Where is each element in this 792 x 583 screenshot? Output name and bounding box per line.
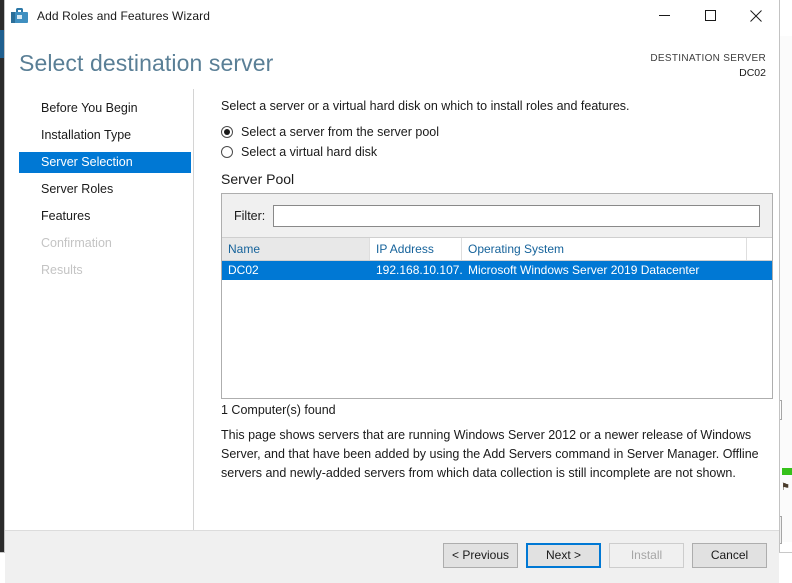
destination-server-value: DC02 [739,67,766,79]
window-controls [641,0,779,31]
wizard-step-navigation: Before You Begin Installation Type Serve… [5,89,194,530]
filter-bar: Filter: [222,194,772,238]
computers-found-text: 1 Computer(s) found [221,403,336,417]
sidebar-item-server-roles[interactable]: Server Roles [19,179,193,200]
instruction-text: Select a server or a virtual hard disk o… [221,99,630,113]
radio-select-server-from-pool[interactable]: Select a server from the server pool [221,125,439,139]
background-window-right-panel [779,36,792,542]
wizard-body: Before You Begin Installation Type Serve… [5,89,779,530]
radio-label: Select a server from the server pool [241,125,439,139]
cancel-button[interactable]: Cancel [692,543,767,568]
page-title: Select destination server [19,50,274,76]
column-header-filler [747,238,772,260]
radio-select-virtual-hard-disk[interactable]: Select a virtual hard disk [221,145,377,159]
cell-ip-address: 192.168.10.107... [376,263,462,277]
cell-server-name: DC02 [228,263,259,277]
server-grid-header: Name IP Address Operating System [222,238,772,261]
background-status-green-bar [782,468,792,475]
destination-server-label: DESTINATION SERVER [650,53,766,64]
wizard-content-pane: Select a server or a virtual hard disk o… [195,89,780,530]
page-note-text: This page shows servers that are running… [221,428,759,480]
next-button[interactable]: Next > [526,543,601,568]
title-bar: Add Roles and Features Wizard [5,0,779,31]
server-pool-section-title: Server Pool [221,171,295,187]
toolbox-icon [11,7,28,24]
window-title: Add Roles and Features Wizard [37,8,210,23]
install-button: Install [609,543,684,568]
close-icon[interactable] [733,0,779,31]
radio-button-indicator[interactable] [221,146,233,158]
server-pool-panel: Filter: Name IP Address Operating System… [221,193,773,399]
add-roles-and-features-wizard-window: Add Roles and Features Wizard Select des… [4,0,780,583]
minimize-icon[interactable] [641,0,687,31]
radio-label: Select a virtual hard disk [241,145,378,159]
background-right-glyph-icon: ⚑ [781,482,790,493]
column-header-operating-system[interactable]: Operating System [462,238,747,260]
wizard-footer: < Previous Next > Install Cancel [5,530,779,583]
sidebar-item-before-you-begin[interactable]: Before You Begin [19,98,193,119]
sidebar-item-confirmation: Confirmation [41,236,112,250]
sidebar-item-features[interactable]: Features [19,206,193,227]
table-row[interactable]: DC02 192.168.10.107... Microsoft Windows… [222,261,772,280]
filter-label: Filter: [234,208,266,223]
sidebar-item-results: Results [41,263,83,277]
previous-button[interactable]: < Previous [443,543,518,568]
filter-input[interactable] [273,204,760,227]
destination-server-block: DESTINATION SERVER DC02 [650,52,766,80]
server-grid-body[interactable]: DC02 192.168.10.107... Microsoft Windows… [222,261,772,397]
sidebar-item-server-selection[interactable]: Server Selection [19,152,191,173]
maximize-icon[interactable] [687,0,733,31]
column-header-name[interactable]: Name [222,238,370,260]
column-header-ip-address[interactable]: IP Address [370,238,462,260]
wizard-header: Select destination server DESTINATION SE… [5,31,779,89]
cell-operating-system: Microsoft Windows Server 2019 Datacenter [468,263,700,277]
radio-button-indicator[interactable] [221,126,233,138]
sidebar-item-installation-type[interactable]: Installation Type [19,125,193,146]
footer-button-row: < Previous Next > Install Cancel [443,543,767,568]
